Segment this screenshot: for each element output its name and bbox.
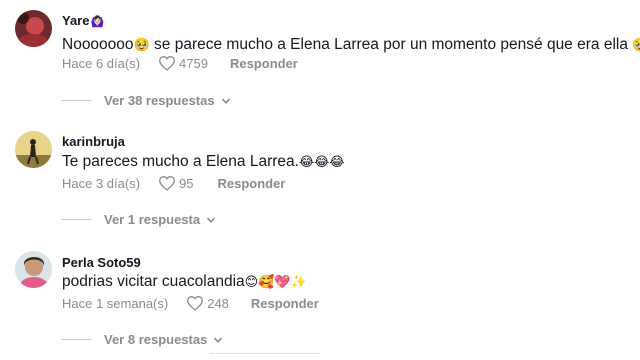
comment-meta: Hace 3 día(s) 95 Responder [62,175,285,191]
timestamp: Hace 1 semana(s) [62,295,169,311]
like-button[interactable]: 95 [158,175,194,191]
comment-meta: Hace 6 día(s) 4759 Responder [62,55,298,71]
reply-button[interactable]: Responder [251,296,319,311]
reply-button[interactable]: Responder [230,56,298,71]
chevron-down-icon[interactable] [206,215,216,225]
comment-text: Te pareces mucho a Elena Larrea.😂😂😂 [62,153,345,171]
comment-meta: Hace 1 semana(s) 248 Responder [62,295,319,311]
comment-text-part: Nooooooo [62,36,134,53]
bottom-input-bar-edge [210,353,320,360]
view-replies-button[interactable]: Ver 8 respuestas [62,332,223,347]
divider-line [62,100,92,101]
comment-text-part: Te pareces mucho a Elena Larrea. [62,153,299,170]
avatar[interactable] [15,251,52,288]
heart-outline-icon[interactable] [186,295,204,311]
chevron-down-icon[interactable] [221,96,231,106]
view-replies-label[interactable]: Ver 1 respuesta [104,212,200,227]
comment-emoji: 😊🥰💖✨ [244,274,307,289]
divider-line [62,219,92,220]
avatar[interactable] [15,10,52,47]
comment-emoji: 😂😂😂 [298,154,345,169]
like-count: 4759 [179,55,208,71]
divider-line [62,339,92,340]
username[interactable]: Perla Soto59 [62,255,141,270]
username-emoji: 🙆🏻‍♀️ [90,16,105,28]
timestamp: Hace 6 día(s) [62,55,141,71]
view-replies-button[interactable]: Ver 1 respuesta [62,212,216,227]
heart-outline-icon[interactable] [158,55,176,71]
avatar[interactable] [15,131,52,168]
comment-text: Nooooooo🥹 se parece mucho a Elena Larrea… [62,36,640,54]
username-text[interactable]: Yare [62,13,89,28]
like-button[interactable]: 248 [186,295,229,311]
comment-emoji: 🥹 [133,37,150,52]
reply-button[interactable]: Responder [218,176,286,191]
like-button[interactable]: 4759 [158,55,208,71]
like-count: 95 [179,175,194,191]
chevron-down-icon[interactable] [213,335,223,345]
view-replies-button[interactable]: Ver 38 respuestas [62,93,231,108]
comment-text-part: se parece mucho a Elena Larrea por un mo… [149,36,633,53]
view-replies-label[interactable]: Ver 8 respuestas [104,332,207,347]
comment-emoji: 🥹 [632,37,640,52]
username[interactable]: Yare🙆🏻‍♀️ [62,13,104,28]
comment-text-part: podrias vicitar cuacolandia [62,273,245,290]
comment-text: podrias vicitar cuacolandia😊🥰💖✨ [62,273,307,291]
timestamp: Hace 3 día(s) [62,175,141,191]
view-replies-label[interactable]: Ver 38 respuestas [104,93,215,108]
heart-outline-icon[interactable] [158,175,176,191]
username[interactable]: karinbruja [62,134,125,149]
like-count: 248 [207,295,229,311]
